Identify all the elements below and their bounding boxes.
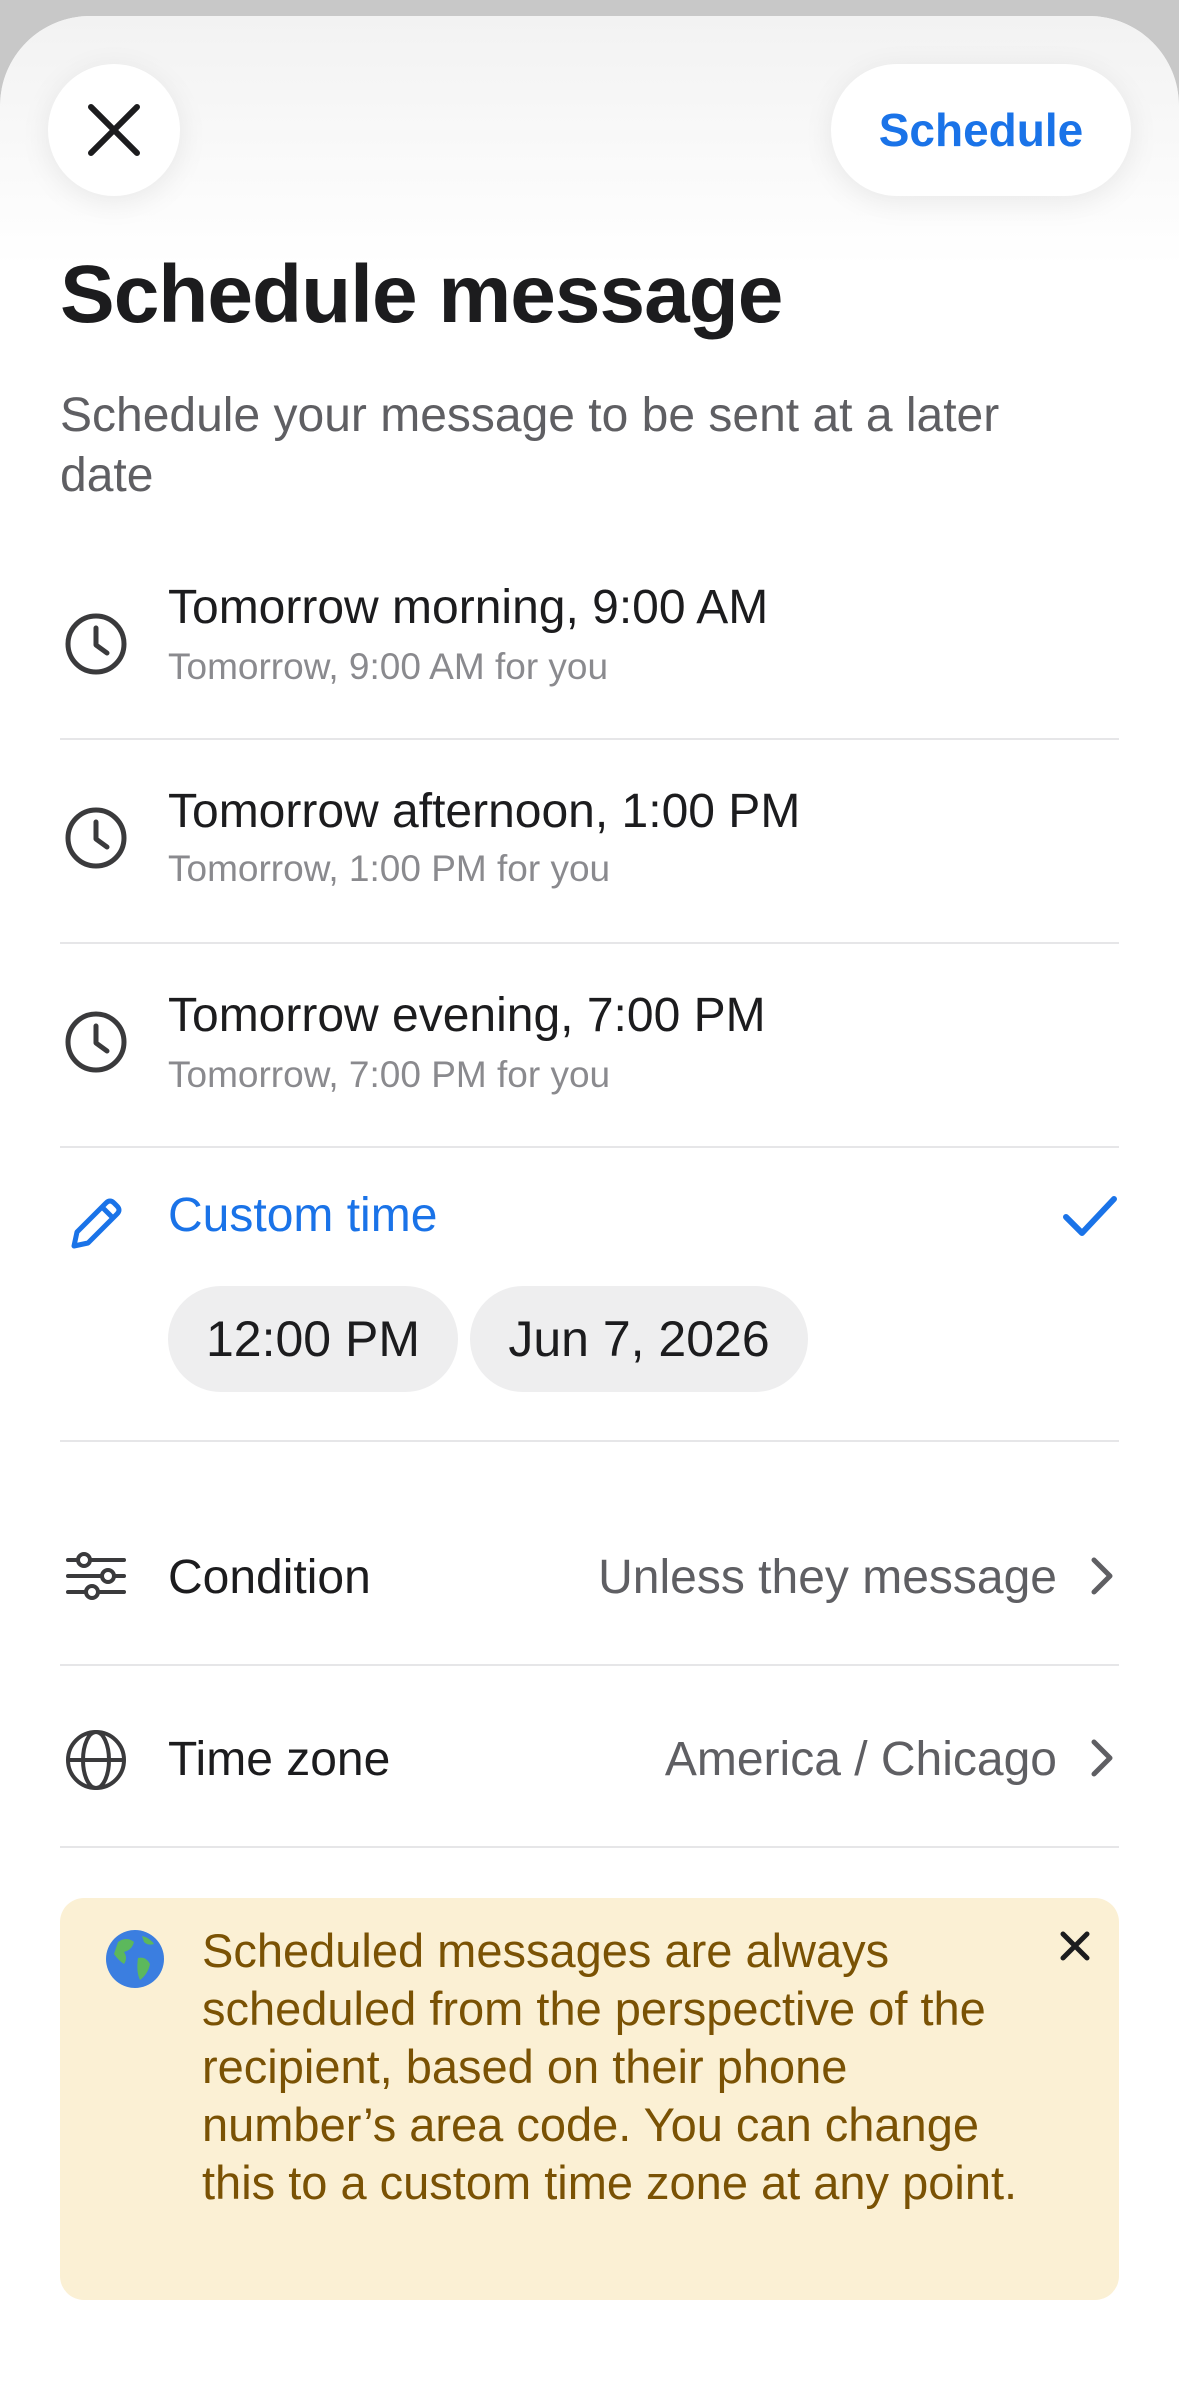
condition-value: Unless they message — [598, 1551, 1057, 1604]
chevron-right-icon — [1091, 1557, 1113, 1595]
option-label: Tomorrow morning, 9:00 AM — [168, 581, 769, 634]
clock-icon — [65, 1011, 127, 1073]
globe-icon — [66, 1730, 126, 1790]
option-label: Tomorrow evening, 7:00 PM — [168, 989, 766, 1042]
option-tomorrow-afternoon[interactable]: Tomorrow afternoon, 1:00 PM Tomorrow, 1:… — [60, 740, 1119, 944]
schedule-button[interactable]: Schedule — [831, 64, 1131, 196]
earth-globe-icon — [106, 1930, 164, 1988]
option-detail: Tomorrow, 7:00 PM for you — [168, 1054, 611, 1095]
option-label: Tomorrow afternoon, 1:00 PM — [168, 785, 801, 838]
schedule-sheet: Schedule Schedule message Schedule your … — [0, 16, 1179, 2396]
option-tomorrow-evening[interactable]: Tomorrow evening, 7:00 PM Tomorrow, 7:00… — [60, 944, 1119, 1148]
dismiss-banner-icon[interactable] — [1057, 1928, 1093, 1964]
banner-text: Scheduled messages are always scheduled … — [202, 1924, 1018, 2209]
timezone-value: America / Chicago — [664, 1733, 1057, 1786]
checkmark-icon — [1063, 1196, 1117, 1236]
date-picker-chip[interactable]: Jun 7, 2026 — [470, 1286, 808, 1392]
close-icon — [88, 104, 140, 156]
timezone-info-banner: Scheduled messages are always scheduled … — [60, 1898, 1119, 2300]
timezone-row[interactable]: Time zone America / Chicago — [60, 1666, 1119, 1848]
custom-time-label: Custom time — [168, 1189, 438, 1242]
page-title: Schedule message — [60, 249, 783, 340]
option-detail: Tomorrow, 1:00 PM for you — [168, 848, 611, 889]
pencil-icon — [71, 1198, 122, 1249]
time-picker-chip[interactable]: 12:00 PM — [168, 1286, 458, 1392]
clock-icon — [65, 613, 127, 675]
clock-icon — [65, 807, 127, 869]
condition-row[interactable]: Condition Unless they message — [60, 1490, 1119, 1666]
option-tomorrow-morning[interactable]: Tomorrow morning, 9:00 AM Tomorrow, 9:00… — [60, 556, 1119, 740]
condition-label: Condition — [168, 1551, 371, 1604]
page-subtitle: Schedule your message to be sent at a la… — [60, 389, 1000, 502]
sliders-icon — [66, 1552, 126, 1600]
close-button[interactable] — [48, 64, 180, 196]
chevron-right-icon — [1091, 1739, 1113, 1777]
timezone-label: Time zone — [168, 1733, 391, 1786]
option-detail: Tomorrow, 9:00 AM for you — [168, 646, 609, 687]
